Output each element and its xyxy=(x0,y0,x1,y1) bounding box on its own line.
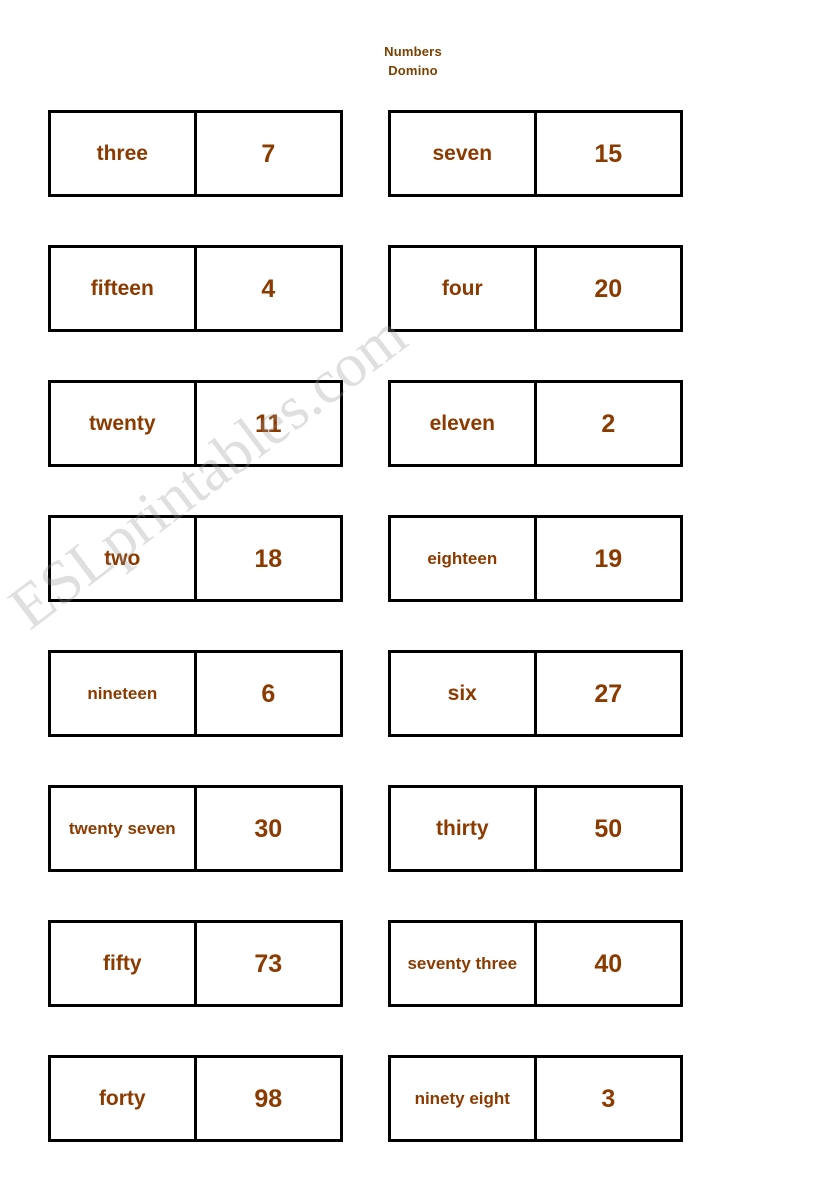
domino-tile[interactable]: three 7 xyxy=(48,110,343,197)
domino-word-cell: eleven xyxy=(391,383,537,464)
domino-word-cell: four xyxy=(391,248,537,329)
page-title-line2: Domino xyxy=(388,63,438,78)
domino-number-cell: 6 xyxy=(261,679,276,708)
domino-number-cell: 30 xyxy=(254,814,283,843)
domino-number-cell: 3 xyxy=(601,1084,616,1113)
domino-number-cell: 20 xyxy=(594,274,623,303)
domino-word-cell: nineteen xyxy=(51,653,197,734)
domino-tile[interactable]: ninety eight 3 xyxy=(388,1055,683,1142)
domino-word-cell: thirty xyxy=(391,788,537,869)
domino-row: three 7 seven 15 xyxy=(0,110,826,245)
domino-number-cell: 40 xyxy=(594,949,623,978)
domino-word-cell: seventy three xyxy=(391,923,537,1004)
domino-row: forty 98 ninety eight 3 xyxy=(0,1055,826,1190)
domino-word-cell: fifty xyxy=(51,923,197,1004)
domino-row: twenty 11 eleven 2 xyxy=(0,380,826,515)
domino-tile[interactable]: six 27 xyxy=(388,650,683,737)
domino-word-cell: three xyxy=(51,113,197,194)
domino-word-cell: twenty seven xyxy=(51,788,197,869)
domino-tile[interactable]: seven 15 xyxy=(388,110,683,197)
domino-tile[interactable]: fifty 73 xyxy=(48,920,343,1007)
domino-tile[interactable]: four 20 xyxy=(388,245,683,332)
page-title: Numbers Domino xyxy=(0,42,826,80)
domino-number-cell: 15 xyxy=(594,139,623,168)
domino-number-cell: 4 xyxy=(261,274,276,303)
page-title-line1: Numbers xyxy=(384,44,442,59)
domino-word-cell: six xyxy=(391,653,537,734)
domino-number-cell: 7 xyxy=(261,139,276,168)
domino-word-cell: two xyxy=(51,518,197,599)
domino-row: fifty 73 seventy three 40 xyxy=(0,920,826,1055)
domino-number-cell: 19 xyxy=(594,544,623,573)
domino-number-cell: 98 xyxy=(254,1084,283,1113)
domino-number-cell: 50 xyxy=(594,814,623,843)
domino-number-cell: 11 xyxy=(255,409,282,438)
domino-word-cell: eighteen xyxy=(391,518,537,599)
domino-number-cell: 18 xyxy=(254,544,283,573)
domino-tile[interactable]: twenty 11 xyxy=(48,380,343,467)
domino-number-cell: 27 xyxy=(594,679,623,708)
domino-grid: three 7 seven 15 fifteen 4 four 20 twenty 11 eleve… xyxy=(0,110,826,1190)
domino-tile[interactable]: eighteen 19 xyxy=(388,515,683,602)
domino-number-cell: 2 xyxy=(601,409,616,438)
domino-tile[interactable]: eleven 2 xyxy=(388,380,683,467)
domino-row: fifteen 4 four 20 xyxy=(0,245,826,380)
domino-word-cell: ninety eight xyxy=(391,1058,537,1139)
domino-tile[interactable]: two 18 xyxy=(48,515,343,602)
domino-tile[interactable]: thirty 50 xyxy=(388,785,683,872)
domino-tile[interactable]: forty 98 xyxy=(48,1055,343,1142)
domino-word-cell: fifteen xyxy=(51,248,197,329)
domino-tile[interactable]: fifteen 4 xyxy=(48,245,343,332)
domino-row: two 18 eighteen 19 xyxy=(0,515,826,650)
domino-tile[interactable]: twenty seven 30 xyxy=(48,785,343,872)
domino-word-cell: twenty xyxy=(51,383,197,464)
worksheet-page: Numbers Domino three 7 seven 15 fifteen 4 four… xyxy=(0,0,826,1169)
domino-tile[interactable]: nineteen 6 xyxy=(48,650,343,737)
domino-tile[interactable]: seventy three 40 xyxy=(388,920,683,1007)
domino-number-cell: 73 xyxy=(254,949,283,978)
domino-row: twenty seven 30 thirty 50 xyxy=(0,785,826,920)
domino-word-cell: seven xyxy=(391,113,537,194)
domino-word-cell: forty xyxy=(51,1058,197,1139)
domino-row: nineteen 6 six 27 xyxy=(0,650,826,785)
